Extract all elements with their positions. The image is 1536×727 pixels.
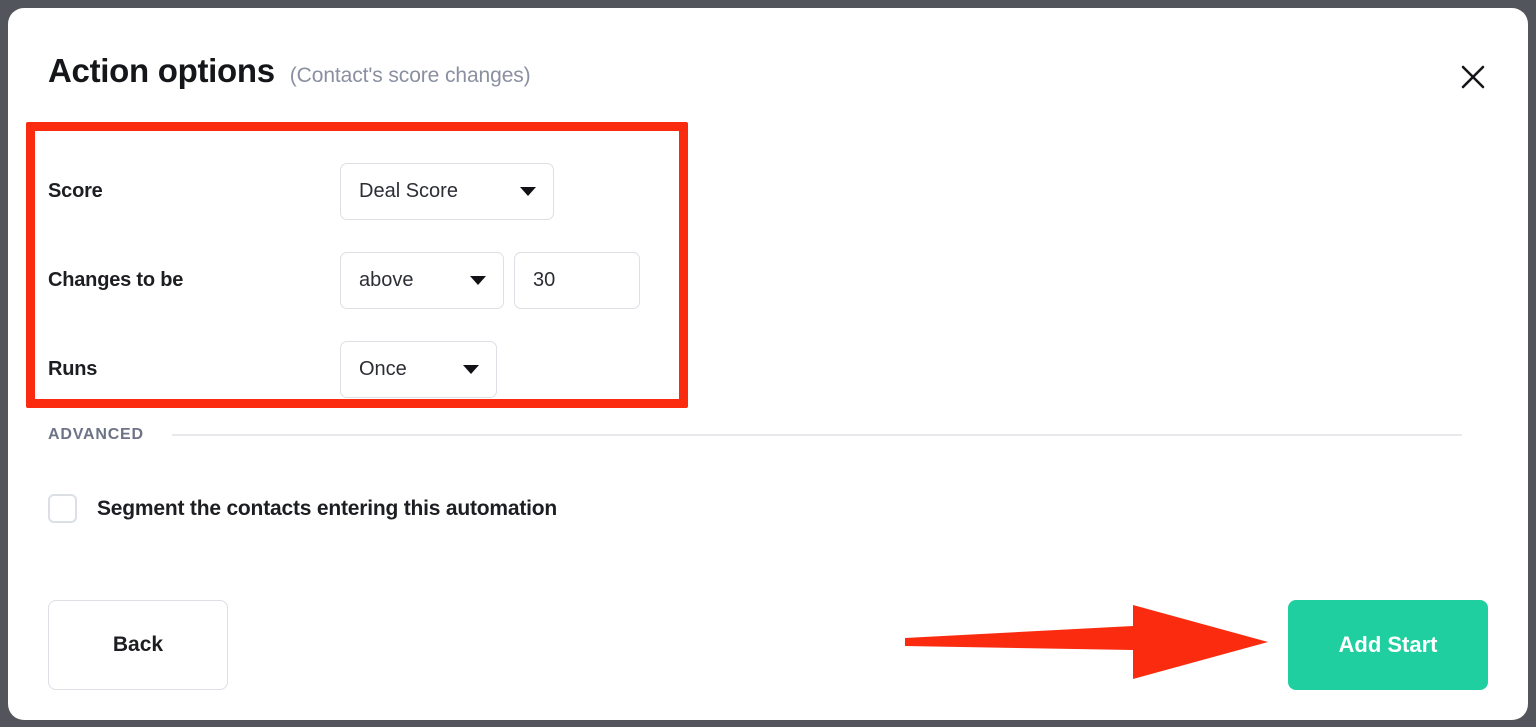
advanced-section-label: ADVANCED [48,426,144,443]
score-control-group: Deal Score [340,162,554,220]
modal-header: Action options (Contact's score changes) [8,8,1528,120]
segment-option-row: Segment the contacts entering this autom… [48,494,1488,523]
add-start-button[interactable]: Add Start [1288,600,1488,690]
page-title: Action options [48,52,275,89]
advanced-header: ADVANCED [48,426,1488,444]
form-row-changes-to-be: Changes to be above [48,247,728,313]
score-threshold-input[interactable] [514,251,640,309]
action-options-form: Score Deal Score Changes to be above Run… [48,158,728,402]
back-button[interactable]: Back [48,600,228,690]
runs-control-group: Once [340,340,497,398]
section-divider [171,434,1462,436]
dialog-subtitle: (Contact's score changes) [289,64,531,87]
form-row-score: Score Deal Score [48,158,728,224]
changes-to-be-label: Changes to be [48,268,184,291]
segment-checkbox-label[interactable]: Segment the contacts entering this autom… [97,497,557,521]
action-options-modal: Action options (Contact's score changes)… [8,8,1528,720]
score-select[interactable]: Deal Score [340,162,554,220]
comparison-select[interactable]: above [340,251,504,309]
score-select-value: Deal Score [359,179,458,202]
title-row: Action options (Contact's score changes) [48,52,531,90]
modal-footer: Back Add Start [48,600,1488,690]
form-row-runs: Runs Once [48,336,728,402]
runs-select[interactable]: Once [340,340,497,398]
chevron-down-icon [470,275,486,285]
advanced-section: ADVANCED Segment the contacts entering t… [48,426,1488,523]
chevron-down-icon [463,364,479,374]
runs-select-value: Once [359,357,407,380]
runs-label: Runs [48,357,98,380]
close-icon [1461,65,1485,89]
changes-to-be-control-group: above [340,251,640,309]
score-label: Score [48,179,103,202]
close-button[interactable] [1452,56,1494,98]
segment-checkbox[interactable] [48,494,77,523]
chevron-down-icon [520,186,536,196]
comparison-select-value: above [359,268,414,291]
